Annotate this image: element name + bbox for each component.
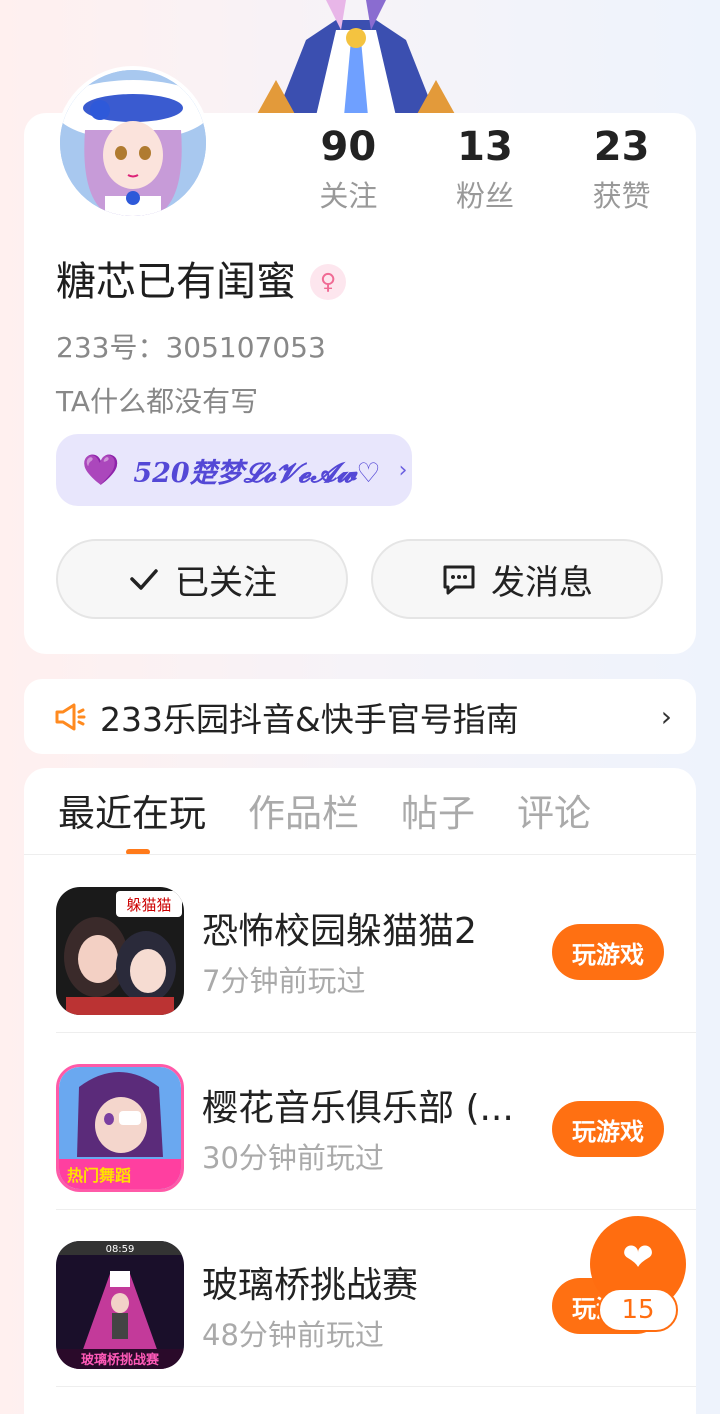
stat-following[interactable]: 90 关注 xyxy=(288,124,408,216)
stat-value: 23 xyxy=(593,124,650,170)
heart-icon: ❤ xyxy=(622,1235,654,1279)
chat-bubble-icon xyxy=(443,565,475,595)
profile-uid: 233号：305107053 xyxy=(56,331,326,364)
stat-label: 粉丝 xyxy=(455,179,514,213)
check-icon xyxy=(130,569,158,590)
guild-tag[interactable]: 💜 520楚梦𝓛𝓸𝓥𝓮𝓐𝔀♡ › xyxy=(56,434,412,506)
game-icon-text: 热门舞蹈 xyxy=(67,1166,131,1185)
notice-text: 233乐园抖音&快手官号指南 xyxy=(100,699,519,739)
stat-value: 13 xyxy=(457,124,513,170)
stat-label: 关注 xyxy=(319,179,378,213)
game-title: 樱花音乐俱乐部 (... xyxy=(202,1088,514,1129)
list-item[interactable]: 躲猫猫 恐怖校园躲猫猫2 7分钟前玩过 玩游戏 xyxy=(56,856,696,1033)
stat-label: 获赞 xyxy=(592,179,651,213)
stat-likes[interactable]: 23 获赞 xyxy=(562,124,682,216)
game-icon: 08:59 玻璃桥挑战赛 xyxy=(56,1241,184,1369)
avatar[interactable] xyxy=(56,66,210,220)
profile-name-row: 糖芯已有闺蜜 ♀ xyxy=(56,254,346,310)
play-game-button[interactable]: 玩游戏 xyxy=(552,924,664,980)
game-last-played: 7分钟前玩过 xyxy=(202,964,366,998)
message-button-label: 发消息 xyxy=(491,562,593,603)
stat-value: 90 xyxy=(320,124,377,170)
game-icon-text: 玻璃桥挑战赛 xyxy=(81,1352,160,1368)
play-game-button[interactable]: 玩游戏 xyxy=(552,1101,664,1157)
profile-bio: TA什么都没有写 xyxy=(56,385,259,418)
follow-button-label: 已关注 xyxy=(175,562,277,603)
game-icon-timer: 08:59 xyxy=(106,1244,135,1255)
game-title: 恐怖校园躲猫猫2 xyxy=(202,911,477,952)
stat-followers[interactable]: 13 粉丝 xyxy=(425,124,545,216)
message-button[interactable]: 发消息 xyxy=(371,539,663,619)
tab-comments[interactable]: 评论 xyxy=(517,788,591,848)
game-icon-text: 躲猫猫 xyxy=(126,896,171,914)
divider xyxy=(24,854,696,855)
list-item[interactable]: 热门舞蹈 樱花音乐俱乐部 (... 30分钟前玩过 玩游戏 xyxy=(56,1033,696,1210)
tab-recently-played[interactable]: 最近在玩 xyxy=(58,788,206,848)
chevron-right-icon: › xyxy=(660,700,672,733)
megaphone-icon xyxy=(55,703,86,730)
guild-tag-label: 520楚梦𝓛𝓸𝓥𝓮𝓐𝔀♡ xyxy=(133,457,381,489)
follow-button[interactable]: 已关注 xyxy=(56,539,348,619)
tab-bar: 最近在玩 作品栏 帖子 评论 xyxy=(58,788,633,848)
notice-bar[interactable]: 233乐园抖音&快手官号指南 › xyxy=(24,679,696,754)
tab-posts[interactable]: 帖子 xyxy=(401,788,475,848)
game-last-played: 30分钟前玩过 xyxy=(202,1141,384,1175)
female-icon: ♀ xyxy=(310,264,346,300)
game-icon: 躲猫猫 xyxy=(56,887,184,1015)
profile-stats: 90 关注 13 粉丝 23 获赞 xyxy=(280,124,690,216)
game-icon: 热门舞蹈 xyxy=(56,1064,184,1192)
game-title: 玻璃桥挑战赛 xyxy=(202,1265,419,1306)
game-last-played: 48分钟前玩过 xyxy=(202,1318,384,1352)
like-count: 15 xyxy=(598,1288,678,1332)
profile-name: 糖芯已有闺蜜 xyxy=(56,259,296,305)
tab-works[interactable]: 作品栏 xyxy=(248,788,359,848)
chevron-right-icon: › xyxy=(398,457,408,483)
header-character-art xyxy=(236,0,476,116)
content-card: 最近在玩 作品栏 帖子 评论 躲猫猫 恐怖校园躲猫猫2 7分钟前玩过 玩游戏 热… xyxy=(24,768,696,1414)
heart-icon: 💜 xyxy=(82,452,120,488)
